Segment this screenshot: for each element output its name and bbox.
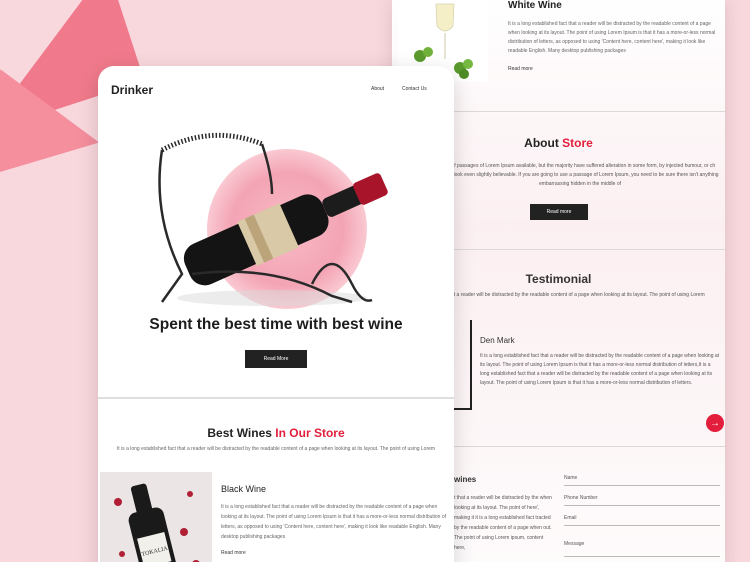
message-field[interactable]: Message — [564, 541, 720, 557]
black-wine-title: Black Wine — [221, 484, 267, 494]
black-wine-bottle-graphic: TOKALIA — [100, 472, 212, 562]
testimonial-subtitle: t that a reader will be distracted by th… — [444, 292, 705, 298]
name-field[interactable]: Name — [564, 475, 720, 486]
decor-triangle-small — [0, 69, 109, 197]
site-logo[interactable]: Drinker — [111, 83, 153, 97]
section-divider — [98, 397, 454, 399]
phone-field[interactable]: Phone Number — [564, 495, 720, 506]
black-wine-description: It is a long established fact that a rea… — [221, 504, 447, 540]
best-wines-heading-accent: In Our Store — [275, 426, 345, 440]
contact-section-text: t that a reader will be distracted by th… — [454, 495, 552, 551]
hero-heading: Spent the best time with best wine — [149, 316, 403, 333]
testimonial-author: Den Mark — [480, 336, 515, 345]
about-heading-accent: Store — [562, 136, 593, 150]
hero-read-more-button[interactable]: Read More — [245, 350, 307, 368]
about-read-more-button[interactable]: Read more — [530, 204, 588, 220]
best-wines-heading-text: Best Wines — [207, 426, 272, 440]
about-heading-text: About — [524, 136, 559, 150]
arrow-right-icon: → — [710, 417, 720, 429]
contact-section-title: wines — [454, 475, 477, 484]
nav-about-link[interactable]: About — [371, 86, 384, 92]
about-store-text: ns of passages of Lorem Ipsum available,… — [441, 163, 719, 187]
white-wine-description: It is a long established fact that a rea… — [508, 21, 716, 54]
white-wine-read-more-link[interactable]: Read more — [508, 66, 533, 72]
email-field[interactable]: Email — [564, 515, 720, 526]
next-testimonial-button[interactable]: → — [706, 414, 724, 432]
black-wine-read-more-link[interactable]: Read more — [221, 550, 246, 556]
white-wine-title: White Wine — [508, 0, 562, 11]
black-wine-image: TOKALIA — [100, 472, 212, 562]
best-wines-subtitle: It is a long established fact that a rea… — [116, 446, 436, 452]
front-page-preview: Drinker About Contact Us Spent the best … — [98, 66, 454, 562]
best-wines-heading: Best Wines In Our Store — [98, 426, 454, 440]
wine-bottle-hero-image — [158, 132, 388, 309]
testimonial-text: It is a long established fact that a rea… — [480, 353, 720, 386]
nav-contact-link[interactable]: Contact Us — [402, 86, 427, 92]
